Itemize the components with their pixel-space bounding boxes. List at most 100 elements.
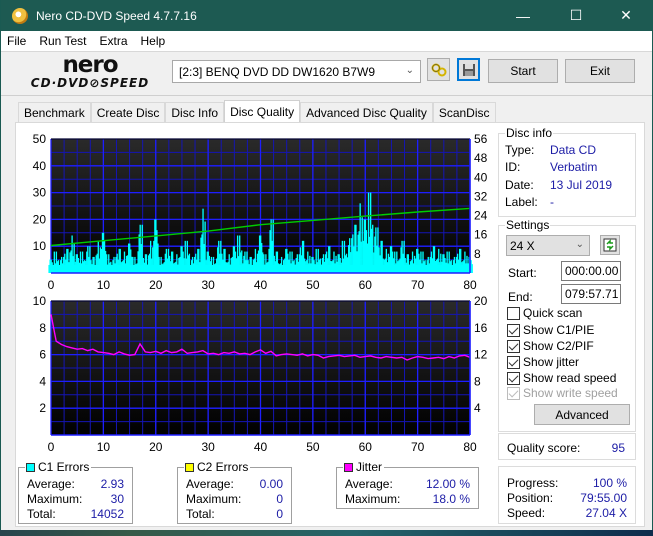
y2-tick-label: 48 [474,151,488,165]
y2-tick-label: 20 [474,294,488,308]
drive-select[interactable]: [2:3] BENQ DVD DD DW1620 B7W9 ⌄ [172,60,421,83]
disc-type-value: Data CD [550,143,597,157]
jitter-maximum-value: 18.0 % [432,492,470,506]
app-icon [12,7,28,24]
end-time-input[interactable]: 079:57.71 [561,284,621,304]
c1-total-row: Total: 14052 [27,507,124,521]
checkbox-box [507,306,520,320]
jitter-maximum-label: Maximum: [345,492,401,506]
position-label: Position: [507,491,554,505]
disc-info-group: Disc info Type: Data CD ID: Verbatim Dat… [498,126,636,217]
x-tick-label: 30 [201,440,215,454]
menu-file[interactable]: File [7,34,26,48]
progress-label: Progress: [507,476,559,490]
settings-title: Settings [505,218,551,232]
show-c2-pif-checkbox[interactable]: Show C2/PIF [507,339,594,353]
c1-total-label: Total: [27,507,56,521]
tab-benchmark[interactable]: Benchmark [18,102,91,123]
disc-type-label: Type: [505,143,535,157]
disc-label-label: Label: [505,195,538,209]
x-tick-label: 20 [149,440,163,454]
tab-create-disc[interactable]: Create Disc [90,102,166,123]
progress-box: Progress: 100 % Position: 79:55.00 Speed… [498,466,636,524]
tab-disc-quality[interactable]: Disc Quality [224,100,301,123]
refresh-button[interactable] [600,235,620,255]
y-tick-label: 50 [33,132,47,146]
checkbox-box [507,323,520,337]
refresh-icon [603,238,617,252]
checkbox-label: Show read speed [523,371,617,385]
title-bar: Nero CD-DVD Speed 4.7.7.16 — ☐ ✕ [1,0,652,31]
quick-scan-checkbox[interactable]: Quick scan [507,306,582,320]
progress-value: 100 % [592,476,627,490]
checkbox-label: Show write speed [523,386,618,400]
jitter-average-label: Average: [345,477,393,491]
jitter-box: Jitter Average: 12.00 % Maximum: 18.0 % [336,460,479,509]
chain-link-icon [431,63,446,76]
advanced-button[interactable]: Advanced [534,404,630,425]
jitter-legend: Jitter [343,460,385,474]
menu-run-test[interactable]: Run Test [39,34,86,48]
settings-group: Settings 24 X ⌄ Start: 000:00.00 End: 07… [498,218,636,432]
jitter-average-row: Average: 12.00 % [345,477,470,491]
close-button[interactable]: ✕ [603,0,649,31]
start-button[interactable]: Start [488,59,558,83]
x-tick-label: 10 [97,440,111,454]
c1-errors-box: C1 Errors Average: 2.93 Maximum: 30 Tota… [18,460,133,524]
start-time-input[interactable]: 000:00.00 [561,261,621,281]
menu-extra[interactable]: Extra [99,34,127,48]
c2-maximum-row: Maximum: 0 [186,492,283,506]
x-tick-label: 0 [48,440,55,454]
maximize-button[interactable]: ☐ [553,0,599,31]
show-jitter-checkbox[interactable]: Show jitter [507,355,579,369]
chevron-down-icon: ⌄ [575,239,584,250]
speed-select[interactable]: 24 X ⌄ [506,235,590,256]
c1-legend: C1 Errors [25,460,92,474]
y-tick-label: 10 [33,239,47,253]
disc-id-value: Verbatim [550,160,598,174]
disc-label-value: - [550,195,554,209]
y2-tick-label: 24 [474,209,488,223]
window-title: Nero CD-DVD Speed 4.7.7.16 [36,8,197,23]
checkbox-box [507,339,520,353]
quality-score-box: Quality score: 95 [498,433,636,460]
y-tick-label: 6 [39,348,46,362]
disc-date-value: 13 Jul 2019 [550,178,613,192]
disc-id-label: ID: [505,160,521,174]
jitter-average-value: 12.00 % [425,477,470,491]
y2-tick-label: 16 [474,321,488,335]
checkbox-box [507,355,520,369]
jitter-color-swatch [344,462,353,472]
x-tick-label: 60 [359,440,373,454]
floppy-disk-icon [462,63,475,76]
c2-total-row: Total: 0 [186,507,283,521]
tab-scandisc[interactable]: ScanDisc [432,102,496,123]
show-write-speed-checkbox: Show write speed [507,386,618,400]
logo-nero-text: nero [62,52,118,78]
c1-errors-chart: 10 20 30 40 50 8 16 24 32 40 48 56 0 10 20 30 40 50 60 70 80 [21,128,496,293]
y2-tick-label: 12 [474,348,488,362]
x-tick-label: 80 [463,440,477,454]
drive-select-value: [2:3] BENQ DVD DD DW1620 B7W9 [179,64,376,79]
tab-disc-info[interactable]: Disc Info [165,102,225,123]
checkbox-box [507,386,520,400]
y2-tick-label: 8 [474,374,481,388]
exit-button[interactable]: Exit [565,59,635,83]
speed-label: Speed: [507,506,546,520]
save-button[interactable] [457,58,480,81]
drive-options-button[interactable] [427,58,450,81]
show-c1-pie-checkbox[interactable]: Show C1/PIE [507,323,594,337]
c2-title: C2 Errors [197,460,249,474]
minimize-button[interactable]: — [500,0,546,31]
c1-average-label: Average: [27,477,75,491]
toolbar: nero CD·DVD⊘SPEED [2:3] BENQ DVD DD DW16… [1,51,652,96]
x-tick-label: 50 [306,440,320,454]
show-read-speed-checkbox[interactable]: Show read speed [507,371,616,385]
tab-advanced-disc-quality[interactable]: Advanced Disc Quality [300,102,433,123]
y2-tick-label: 16 [474,228,488,242]
c1-maximum-row: Maximum: 30 [27,492,124,506]
checkbox-label: Show jitter [523,355,580,369]
menu-help[interactable]: Help [141,34,166,48]
position-value: 79:55.00 [580,491,627,505]
speed-value: 27.04 X [585,506,627,520]
